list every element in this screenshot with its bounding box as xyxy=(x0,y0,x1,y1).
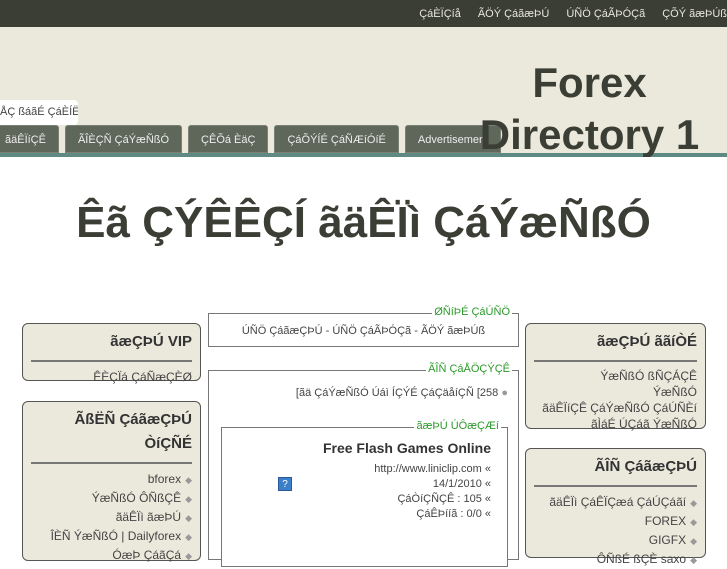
page-title: Êã ÇÝÊÊÇÍ ãäÊÏì ÇáÝæÑßÓ xyxy=(76,198,651,247)
box-title: ÃßËÑ ÇáãæÇÞÚ ÒíÇÑÉ xyxy=(31,408,192,464)
nav-categories[interactable]: ÚÑÖ ÇáÃÞÓÇã xyxy=(566,8,645,20)
list-item[interactable]: ãäÊÏíÇÊ ÇáÝæÑßÓ ÇáÚÑÈí xyxy=(534,400,697,416)
tab-home[interactable]: ÇáÕÝÍÉ ÇáÑÆíÓíÉ xyxy=(274,125,399,153)
tab-contact[interactable]: ÇÊÕá ÈäÇ xyxy=(188,125,269,153)
latest-additions-fieldset: ÃÎÑ ÇáÅÖÇÝÇÊ [ãä ÇáÝæÑßÓ Úáì ÍÇÝÉ ÇáÇäåí… xyxy=(208,363,519,567)
nav-describe-site[interactable]: ÇÕÝ ãæÞÚß xyxy=(662,8,727,20)
arrow-icon: ◆ xyxy=(690,555,697,565)
list-item[interactable]: ÝæÑßÓ ßÑÇÁÇÊ xyxy=(534,368,697,384)
site-rating: ÇáÊÞííã : 0/0 « xyxy=(416,508,491,520)
list-item[interactable]: ãÌáÉ ÚÇáã ÝæÑßÓ xyxy=(534,416,697,432)
list-item[interactable]: ÔÑßÉ ßÇÈ saxo ◆ xyxy=(534,550,697,569)
tab-bar: ãäÊÏíÇÊ ÃÎÈÇÑ ÇáÝæÑßÓ ÇÊÕá ÈäÇ ÇáÕÝÍÉ Çá… xyxy=(0,125,502,153)
nav-home[interactable]: ÇáÈÏÇíå xyxy=(419,8,461,20)
fieldset-legend: ãæÞÚ ÚÔæÇÆí xyxy=(414,420,501,432)
arrow-icon: ◆ xyxy=(185,494,192,504)
box-title: ãæÇÞÚ ããíÒÉ xyxy=(534,330,697,362)
list-item[interactable]: ãäÊÏì ãæÞÚ ◆ xyxy=(31,508,192,527)
list-item[interactable]: ÝæÑßÓ xyxy=(534,384,697,400)
tab-forums[interactable]: ãäÊÏíÇÊ xyxy=(0,125,59,153)
search-input[interactable]: ÅÇ ßáãÉ ÇáÈÍË xyxy=(0,100,78,125)
list-item[interactable]: GIGFX ◆ xyxy=(534,531,697,550)
header: ÅÇ ßáãÉ ÇáÈÍË ãäÊÏíÇÊ ÃÎÈÇÑ ÇáÝæÑßÓ ÇÊÕá… xyxy=(0,27,727,157)
list-item[interactable]: ãäÊÏì ÇáÊÏÇæá ÇáÚÇáãí ◆ xyxy=(534,493,697,512)
bullet-icon: ● xyxy=(501,387,508,399)
site-card: ãæÞÚ ÚÔæÇÆí ? Free Flash Games Online ht… xyxy=(221,420,508,567)
latest-link[interactable]: [ãä ÇáÝæÑßÓ Úáì ÍÇÝÉ ÇáÇäåíÇÑ [258 xyxy=(296,387,498,399)
box-title: ÃÎÑ ÇáãæÇÞÚ xyxy=(534,455,697,487)
arrow-icon: ◆ xyxy=(185,513,192,523)
list-item[interactable]: ÊÈÇÏá ÇáÑæÇÈØ xyxy=(31,368,192,386)
arrow-icon: ◆ xyxy=(690,517,697,527)
site-logo[interactable]: Forex Directory 1 xyxy=(472,57,707,157)
site-visits: ÇáÒíÇÑÇÊ : 105 « xyxy=(397,493,491,505)
display-links[interactable]: ÚÑÖ ÇáãæÇÞÚ - ÚÑÖ ÇáÃÞÓÇã - ÃÖÝ ãæÞÚß xyxy=(209,314,518,341)
fieldset-legend: ÃÎÑ ÇáÅÖÇÝÇÊ xyxy=(426,363,512,375)
list-item[interactable]: ÎÈÑ ÝæÑßÓ | Dailyforex ◆ xyxy=(31,527,192,546)
site-date: 14/1/2010 « xyxy=(432,478,491,490)
arrow-icon: ◆ xyxy=(185,532,192,542)
top-nav: ÇáÈÏÇíå ÃÖÝ ÇáãæÞÚ ÚÑÖ ÇáÃÞÓÇã ÇÕÝ ãæÞÚß xyxy=(0,0,727,27)
featured-sites-box: ãæÇÞÚ ããíÒÉ ÝæÑßÓ ßÑÇÁÇÊ ÝæÑßÓ ãäÊÏíÇÊ Ç… xyxy=(525,323,706,432)
latest-sites-box: ÃÎÑ ÇáãæÇÞÚ ãäÊÏì ÇáÊÏÇæá ÇáÚÇáãí ◆ FOREX… xyxy=(525,448,706,566)
most-visited-box: ÃßËÑ ÇáãæÇÞÚ ÒíÇÑÉ bforex ◆ ÝæÑßÓ ÔÑßÇÊ ◆ … xyxy=(22,401,201,562)
list-item[interactable]: FOREX ◆ xyxy=(534,512,697,531)
arrow-icon: ◆ xyxy=(185,551,192,561)
arrow-icon: ◆ xyxy=(185,475,192,485)
fieldset-legend: ØÑíÞÉ ÇáÚÑÖ xyxy=(432,306,512,318)
site-url[interactable]: http://www.liniclip.com « xyxy=(222,462,491,477)
box-title: ãæÇÞÚ VIP xyxy=(31,330,192,362)
vip-sites-box: ãæÇÞÚ VIP ÊÈÇÏá ÇáÑæÇÈØ xyxy=(22,323,201,384)
list-item[interactable]: ÝæÑßÓ ÔÑßÇÊ ◆ xyxy=(31,489,192,508)
display-mode-fieldset: ØÑíÞÉ ÇáÚÑÖ ÚÑÖ ÇáãæÇÞÚ - ÚÑÖ ÇáÃÞÓÇã - … xyxy=(208,306,519,347)
nav-add-site[interactable]: ÃÖÝ ÇáãæÞÚ xyxy=(478,8,550,20)
site-title[interactable]: Free Flash Games Online xyxy=(222,428,507,459)
list-item[interactable]: bforex ◆ xyxy=(31,470,192,489)
arrow-icon: ◆ xyxy=(690,498,697,508)
list-item[interactable]: ÓæÞ ÇáãÇá ◆ xyxy=(31,546,192,565)
site-thumbnail-icon[interactable]: ? xyxy=(278,477,292,491)
tab-news[interactable]: ÃÎÈÇÑ ÇáÝæÑßÓ xyxy=(64,125,183,153)
